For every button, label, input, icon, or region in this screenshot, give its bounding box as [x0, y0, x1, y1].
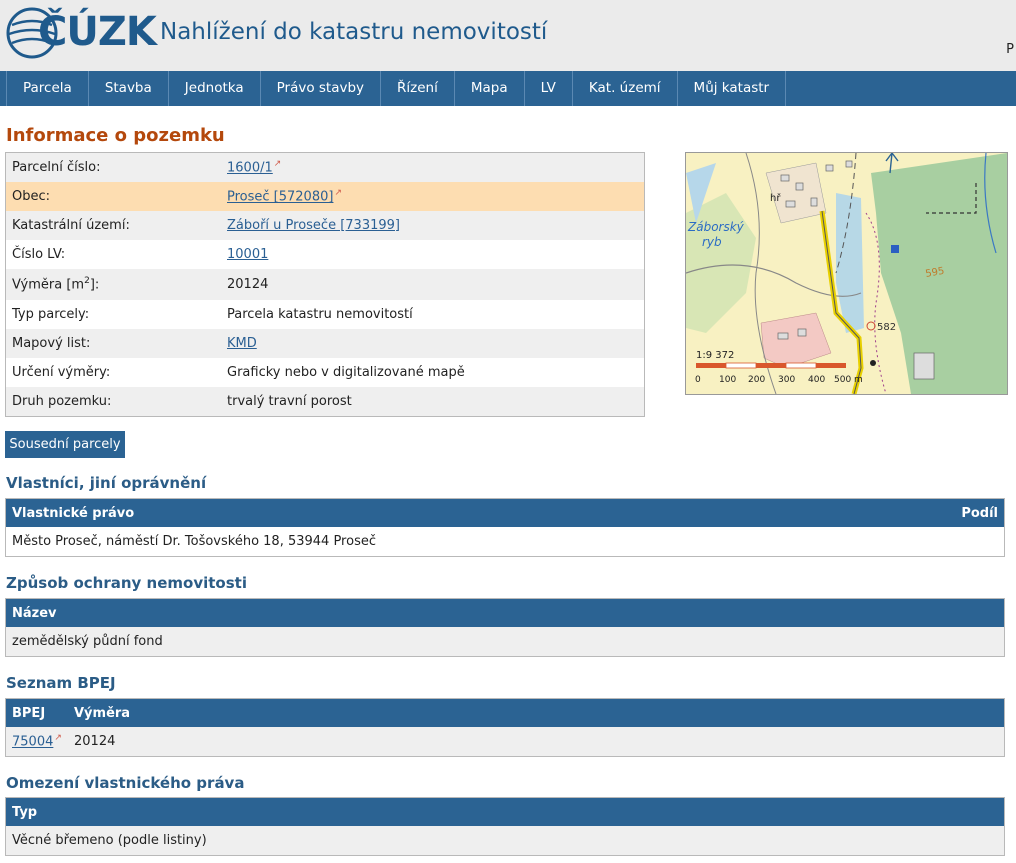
info-row-area: Výměra [m2]: 20124 [6, 269, 644, 300]
external-link-icon[interactable]: ↗ [274, 159, 282, 169]
bpej-col-area: Výměra [74, 705, 131, 721]
info-row-area-determination: Určení výměry: Graficky nebo v digitaliz… [6, 358, 644, 387]
map-label-elevation: 582 [877, 322, 896, 333]
info-label: Parcelní číslo: [12, 160, 101, 175]
map-scale-tick: 200 [748, 375, 765, 385]
info-row-parcel-number: Parcelní číslo: 1600/1↗ [6, 153, 644, 182]
page-title: Informace o pozemku [6, 125, 225, 146]
info-value: Parcela katastru nemovitostí [227, 307, 413, 322]
nav-rizeni[interactable]: Řízení [381, 71, 455, 106]
protection-table: Název zemědělský půdní fond [5, 598, 1005, 657]
nav-muj-katastr[interactable]: Můj katastr [678, 71, 787, 106]
info-row-map-sheet: Mapový list: KMD [6, 329, 644, 358]
map-label-pond-2: ryb [702, 235, 722, 249]
parcel-info-table: Parcelní číslo: 1600/1↗ Obec: Proseč [57… [5, 152, 645, 417]
info-value: KMD [227, 336, 644, 351]
bpej-table-header: BPEJ Výměra [6, 699, 1004, 727]
info-value: trvalý travní porost [227, 394, 352, 409]
logo-text: ČÚZK [38, 9, 157, 55]
lv-number-link[interactable]: 10001 [227, 247, 268, 262]
nav-stavba[interactable]: Stavba [89, 71, 169, 106]
neighbor-parcels-button[interactable]: Sousední parcely [5, 431, 125, 458]
map-scale-tick: 0 [695, 375, 701, 385]
header-corner-text[interactable]: P [1006, 42, 1014, 57]
info-value: 1600/1↗ [227, 159, 644, 175]
table-row: zemědělský půdní fond [6, 627, 1004, 656]
map-label-pond-1: Záborský [687, 220, 745, 234]
main-nav: Parcela Stavba Jednotka Právo stavby Říz… [0, 71, 1016, 106]
cuzk-logo[interactable]: ČÚZK [4, 5, 157, 59]
nav-mapa[interactable]: Mapa [455, 71, 525, 106]
external-link-icon[interactable]: ↗ [334, 188, 342, 198]
owners-table: Vlastnické právo Podíl Město Proseč, nám… [5, 498, 1005, 557]
map-scale-tick: 500 m [834, 375, 863, 385]
info-row-cadastral-area: Katastrální území: Záboří u Proseče [733… [6, 211, 644, 240]
cadastral-area-link[interactable]: Záboří u Proseče [733199] [227, 218, 400, 233]
map-sheet-link[interactable]: KMD [227, 336, 257, 351]
map-scale-tick: 300 [778, 375, 795, 385]
info-value: Záboří u Proseče [733199] [227, 218, 644, 233]
nav-pravo-stavby[interactable]: Právo stavby [261, 71, 382, 106]
nav-kat-uzemi[interactable]: Kat. území [573, 71, 678, 106]
parcel-map[interactable]: hř Záborský ryb 582 595 1:9 372 0 100 20… [685, 152, 1008, 395]
nav-lv[interactable]: LV [525, 71, 573, 106]
municipality-link[interactable]: Proseč [572080] [227, 190, 333, 205]
parcel-number-link[interactable]: 1600/1 [227, 161, 273, 176]
protection-heading: Způsob ochrany nemovitosti [6, 574, 247, 592]
restrictions-table-header: Typ [6, 798, 1004, 826]
site-title: Nahlížení do katastru nemovitostí [160, 19, 548, 45]
info-label: Mapový list: [12, 336, 91, 351]
bpej-code-link[interactable]: 75004 [12, 735, 53, 750]
info-value: 20124 [227, 277, 269, 292]
info-label: Katastrální území: [12, 218, 130, 233]
info-label: Typ parcely: [12, 307, 90, 322]
info-value: Graficky nebo v digitalizované mapě [227, 365, 465, 380]
map-scale-bar [696, 362, 846, 369]
table-row: Věcné břemeno (podle listiny) [6, 826, 1004, 855]
map-scale-tick: 400 [808, 375, 825, 385]
area-label-main: Výměra [m [12, 277, 85, 293]
owners-col-share: Podíl [961, 505, 998, 521]
owners-col-right: Vlastnické právo [12, 505, 135, 521]
table-row: 75004↗ 20124 [6, 727, 1004, 756]
bpej-col-code: BPEJ [12, 705, 46, 721]
info-row-land-type: Druh pozemku: trvalý travní porost [6, 387, 644, 416]
info-value: 10001 [227, 247, 644, 262]
map-scale-tick: 100 [719, 375, 736, 385]
info-label: Výměra [m2]: [6, 276, 227, 292]
external-link-icon[interactable]: ↗ [54, 733, 62, 743]
nav-jednotka[interactable]: Jednotka [169, 71, 261, 106]
info-label: Určení výměry: [12, 365, 111, 380]
info-row-parcel-type: Typ parcely: Parcela katastru nemovitost… [6, 300, 644, 329]
info-label: Obec: [12, 189, 51, 204]
info-row-lv-number: Číslo LV: 10001 [6, 240, 644, 269]
map-graphic: hř Záborský ryb 582 595 1:9 372 0 100 20… [686, 153, 1007, 394]
protection-table-header: Název [6, 599, 1004, 627]
info-row-municipality: Obec: Proseč [572080]↗ [6, 182, 644, 211]
info-label: Číslo LV: [12, 247, 66, 262]
nav-parcela[interactable]: Parcela [6, 71, 89, 106]
bpej-table: BPEJ Výměra 75004↗ 20124 [5, 698, 1005, 757]
bpej-code-cell: 75004↗ [12, 733, 74, 749]
map-scale-ratio: 1:9 372 [696, 350, 734, 361]
info-label: Druh pozemku: [12, 394, 112, 409]
restrictions-table: Typ Věcné břemeno (podle listiny) [5, 797, 1005, 856]
map-label-place: hř [770, 192, 781, 204]
bpej-area-value: 20124 [74, 734, 116, 749]
site-header: ČÚZK Nahlížení do katastru nemovitostí P [0, 0, 1016, 71]
restrictions-heading: Omezení vlastnického práva [6, 774, 245, 792]
owners-table-header: Vlastnické právo Podíl [6, 499, 1004, 527]
bpej-heading: Seznam BPEJ [6, 674, 116, 692]
info-value: Proseč [572080]↗ [227, 188, 644, 204]
owners-heading: Vlastníci, jiní oprávnění [6, 474, 207, 492]
table-row: Město Proseč, náměstí Dr. Tošovského 18,… [12, 534, 376, 549]
area-label-end: ]: [89, 277, 100, 293]
